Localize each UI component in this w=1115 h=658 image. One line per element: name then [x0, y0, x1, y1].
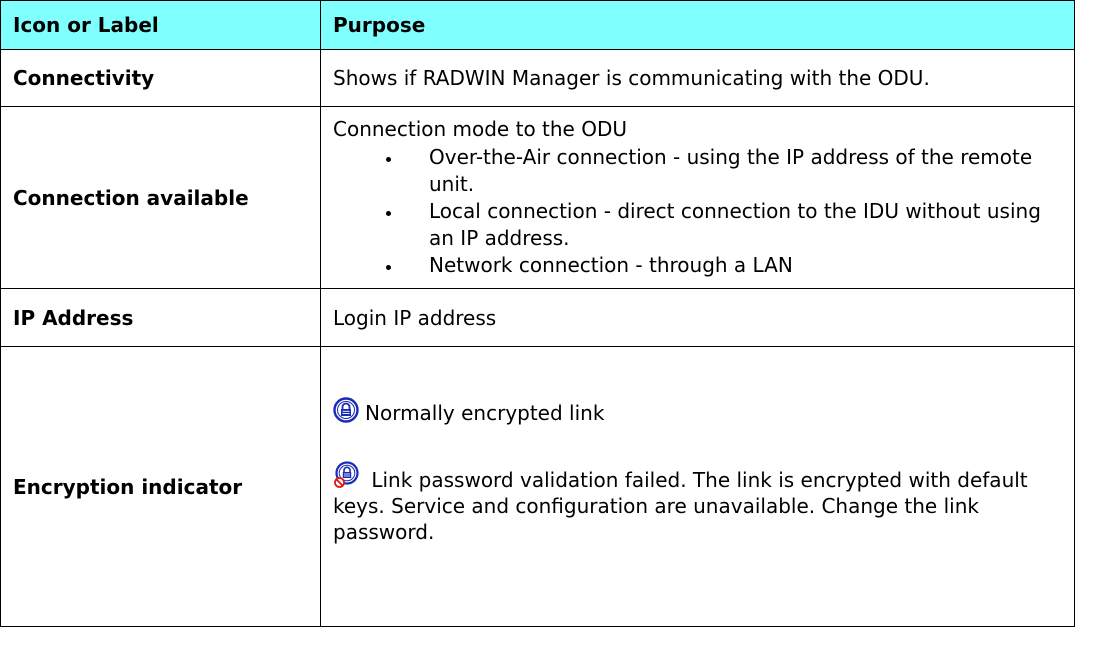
row-label-ip-address: IP Address — [0, 288, 321, 347]
table-row: Connection available Connection mode to … — [0, 106, 1075, 289]
document-page: Icon or Label Purpose Connectivity Shows… — [0, 0, 1075, 627]
row-label-connection-available: Connection available — [0, 106, 321, 289]
connection-mode-intro: Connection mode to the ODU — [333, 117, 627, 141]
list-item: Network connection - through a LAN — [403, 252, 1062, 279]
encryption-failed-block: Link password validation failed. The lin… — [333, 461, 1062, 545]
encrypted-link-text: Normally encrypted link — [365, 401, 605, 425]
connection-mode-list: Over-the-Air connection - using the IP a… — [333, 144, 1062, 279]
header-icon-or-label: Icon or Label — [0, 0, 321, 50]
icon-purpose-table: Icon or Label Purpose Connectivity Shows… — [0, 0, 1075, 627]
row-purpose-connection-available: Connection mode to the ODU Over-the-Air … — [320, 106, 1075, 289]
table-header-row: Icon or Label Purpose — [0, 0, 1075, 50]
encryption-failed-text: Link password validation failed. The lin… — [333, 468, 1028, 544]
row-purpose-encryption-indicator: Normally encrypted link Link password va… — [320, 346, 1075, 627]
table-row: Connectivity Shows if RADWIN Manager is … — [0, 49, 1075, 107]
table-row: IP Address Login IP address — [0, 288, 1075, 347]
header-purpose: Purpose — [320, 0, 1075, 50]
table-row: Encryption indicator Normally encrypted … — [0, 346, 1075, 627]
encrypted-lock-icon — [333, 397, 359, 423]
encrypted-link-line: Normally encrypted link — [333, 397, 1062, 425]
row-purpose-ip-address: Login IP address — [320, 288, 1075, 347]
row-purpose-connectivity: Shows if RADWIN Manager is communicating… — [320, 49, 1075, 107]
list-item: Over-the-Air connection - using the IP a… — [403, 144, 1062, 198]
row-label-encryption-indicator: Encryption indicator — [0, 346, 321, 627]
row-label-connectivity: Connectivity — [0, 49, 321, 107]
encryption-failed-lock-icon — [334, 461, 359, 488]
list-item: Local connection - direct connection to … — [403, 198, 1062, 252]
